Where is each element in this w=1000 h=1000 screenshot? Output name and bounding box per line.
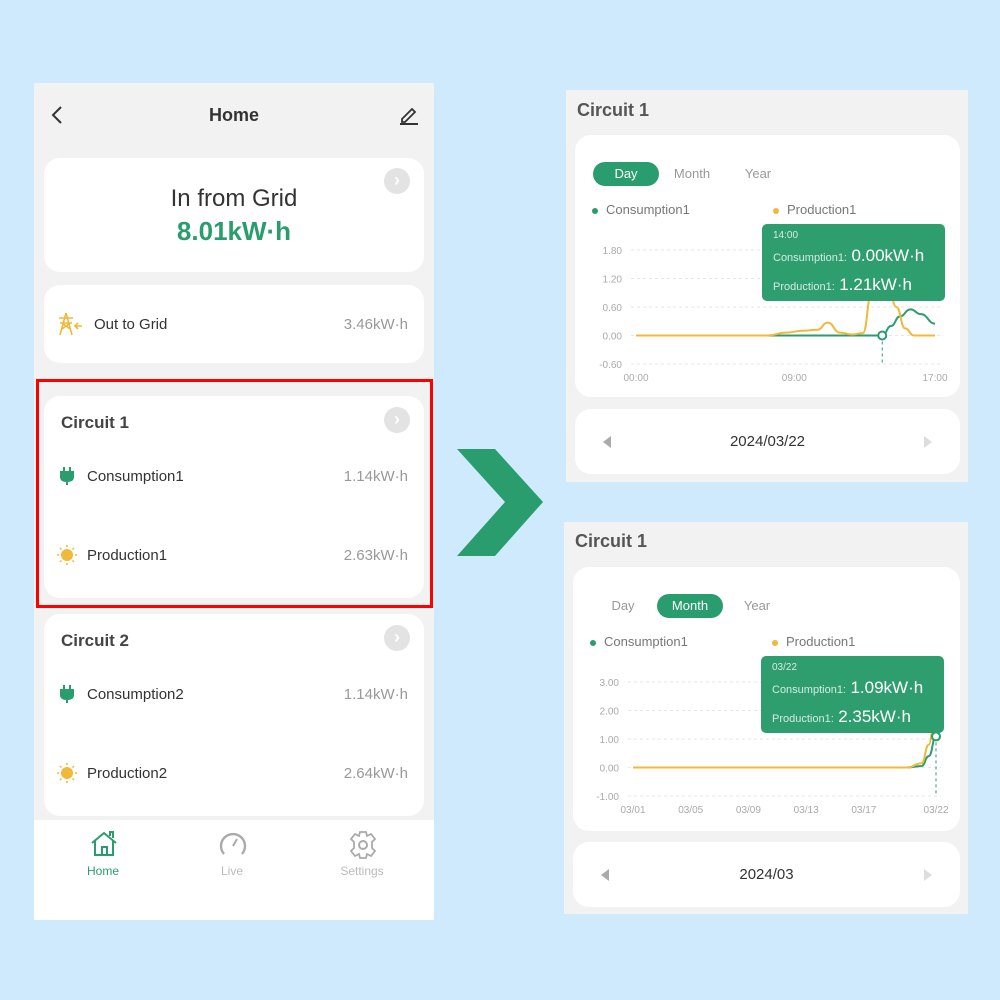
arrow-right-icon: [457, 449, 543, 556]
tooltip-point: [931, 731, 941, 742]
page-title: Home: [208, 105, 259, 125]
circuit-title: Circuit 2: [61, 631, 130, 650]
y-tick-label: 0.60: [603, 303, 623, 314]
consumption-label: Consumption2: [87, 686, 184, 703]
out-to-grid-label: Out to Grid: [94, 316, 168, 333]
plug-icon: [60, 685, 74, 703]
date-label: 2024/03/22: [729, 433, 806, 450]
chart-tooltip: 03/22 Consumption1: 1.09kW·h Production1…: [761, 656, 944, 733]
y-tick-label: 1.20: [603, 275, 623, 286]
x-tick-label: 17:00: [922, 373, 947, 384]
production-value: 2.64kW·h: [343, 765, 408, 782]
chart-tooltip: 14:00 Consumption1: 0.00kW·h Production1…: [762, 224, 945, 301]
nav-label: Home: [86, 864, 119, 878]
month-panel: Circuit 1 Day Month Year Consumption1 Pr…: [564, 522, 968, 914]
series-line-Consumption1: [635, 308, 936, 337]
date-picker: 2024/03/22: [575, 409, 960, 474]
y-tick-label: 2.00: [600, 707, 620, 718]
x-tick-label: 00:00: [623, 373, 648, 384]
next-date-icon[interactable]: [924, 436, 932, 448]
series-line-Consumption1: [632, 735, 937, 769]
x-tick-label: 09:00: [782, 373, 807, 384]
next-date-icon[interactable]: [924, 869, 932, 881]
sun-icon: [57, 763, 77, 783]
y-tick-label: 1.80: [603, 246, 623, 257]
y-tick-label: -1.00: [596, 792, 619, 803]
out-to-grid-value: 3.46kW·h: [343, 316, 408, 333]
highlight-box: [36, 379, 433, 608]
consumption-value: 1.14kW·h: [343, 686, 408, 703]
out-to-grid-card[interactable]: Out to Grid 3.46kW·h: [44, 285, 424, 363]
home-icon: [91, 831, 117, 856]
nav-label: Settings: [340, 864, 384, 878]
day-panel: Circuit 1 Day Month Year Consumption1 Pr…: [566, 90, 968, 482]
x-tick-label: 03/05: [678, 805, 703, 816]
tooltip-point: [877, 330, 888, 341]
x-tick-label: 03/09: [736, 805, 761, 816]
production-label: Production2: [87, 765, 168, 782]
in-from-grid-card[interactable]: › In from Grid 8.01kW·h: [44, 158, 424, 272]
bottom-nav: Home Live Settings: [34, 820, 434, 920]
x-tick-label: 03/01: [620, 805, 645, 816]
date-label: 2024/03: [739, 866, 794, 883]
y-tick-label: 0.00: [600, 764, 620, 775]
x-tick-label: 03/17: [851, 805, 876, 816]
power-tower-icon: [59, 312, 82, 336]
x-tick-label: 03/13: [794, 805, 819, 816]
y-tick-label: 3.00: [600, 678, 620, 689]
circuit-2-card[interactable]: Circuit 2 › Consumption2 1.14kW·h Produc…: [44, 614, 424, 816]
gear-icon: [349, 831, 377, 859]
y-tick-label: 0.00: [603, 332, 623, 343]
pencil-icon[interactable]: [398, 105, 420, 125]
date-picker: 2024/03: [573, 842, 960, 907]
in-from-grid-value: 8.01kW·h: [176, 216, 292, 246]
y-tick-label: 1.00: [600, 735, 620, 746]
chevron-right-icon[interactable]: ›: [384, 625, 410, 651]
y-tick-label: -0.60: [599, 360, 622, 371]
gauge-icon: [219, 832, 247, 855]
in-from-grid-label: In from Grid: [170, 185, 298, 212]
x-tick-label: 03/22: [923, 805, 948, 816]
nav-label: Live: [220, 864, 243, 878]
